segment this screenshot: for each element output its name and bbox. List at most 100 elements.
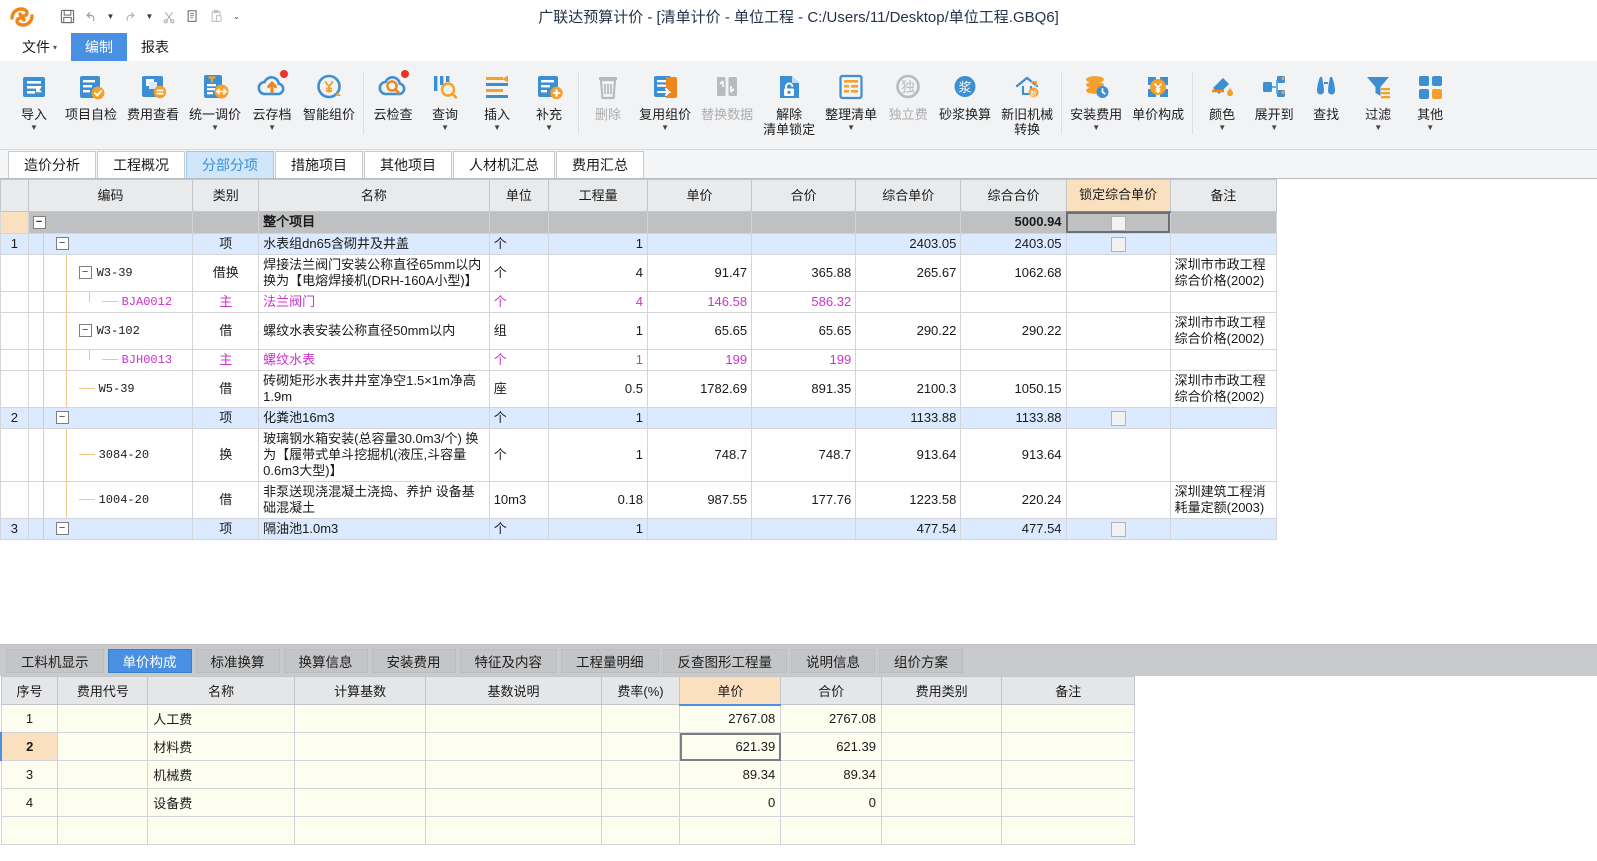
- ribbon-button-smart-pricing[interactable]: 智能组价: [298, 64, 360, 148]
- comprehensive-unit-price-cell[interactable]: 1133.88: [855, 406, 962, 429]
- category-cell[interactable]: 项: [192, 517, 260, 540]
- amount-cell[interactable]: 365.88: [751, 253, 857, 292]
- chevron-down-icon[interactable]: ▼: [441, 124, 449, 132]
- category-cell[interactable]: 借: [192, 480, 260, 519]
- ribbon-button-mortar-conversion[interactable]: 浆砂浆换算: [934, 64, 996, 148]
- ribbon-button-supplement[interactable]: 补充 ▼: [523, 64, 575, 148]
- bottom-col-header-8[interactable]: 费用类别: [880, 676, 1003, 705]
- tab-3[interactable]: 分部分项: [186, 151, 274, 178]
- tab-4[interactable]: 措施项目: [275, 151, 363, 178]
- amount-cell[interactable]: 65.65: [751, 311, 857, 350]
- unit-cell[interactable]: 组: [488, 311, 550, 350]
- unit-price-cell[interactable]: 146.58: [646, 290, 753, 313]
- ribbon-button-cloud-check[interactable]: 云检查: [367, 64, 419, 148]
- bottom-cell-rate[interactable]: [600, 732, 681, 761]
- unit-cell[interactable]: 个: [488, 290, 550, 313]
- tree-collapse-toggle[interactable]: −: [55, 522, 69, 536]
- unit-price-cell[interactable]: 1782.69: [646, 369, 753, 408]
- unit-price-cell[interactable]: [646, 211, 753, 234]
- bottom-cell-amount[interactable]: 2767.08: [780, 704, 882, 733]
- category-cell[interactable]: 换: [192, 427, 260, 482]
- bottom-tab-2[interactable]: 单价构成: [107, 648, 192, 673]
- bottom-cell-base_desc[interactable]: [425, 732, 602, 761]
- chevron-down-icon[interactable]: ▼: [211, 124, 219, 132]
- grid-col-header-6[interactable]: 单价: [646, 179, 753, 212]
- comprehensive-unit-price-cell[interactable]: 265.67: [855, 253, 962, 292]
- lock-comprehensive-price-cell[interactable]: [1065, 517, 1171, 540]
- quantity-cell[interactable]: 4: [548, 253, 648, 292]
- ribbon-button-project-selfcheck[interactable]: 项目自检: [60, 64, 122, 148]
- bottom-tab-6[interactable]: 特征及内容: [459, 648, 557, 673]
- comprehensive-unit-price-cell[interactable]: [855, 211, 962, 234]
- bottom-col-header-0[interactable]: 序号: [0, 676, 59, 705]
- unit-price-cell[interactable]: 199: [646, 348, 753, 371]
- unit-cell[interactable]: 个: [488, 427, 550, 482]
- comprehensive-unit-price-cell[interactable]: 2100.3: [855, 369, 962, 408]
- grid-col-header-2[interactable]: 类别: [192, 179, 260, 212]
- quantity-cell[interactable]: 1: [548, 232, 648, 255]
- bottom-cell-code[interactable]: [57, 788, 149, 817]
- name-cell[interactable]: 玻璃钢水箱安装(总容量30.0m3/个) 换为【履带式单斗挖掘机(液压,斗容量0…: [258, 427, 490, 482]
- note-cell[interactable]: [1169, 406, 1278, 429]
- ribbon-button-unit-price-composition[interactable]: 单价构成: [1127, 64, 1189, 148]
- unit-price-cell[interactable]: 748.7: [646, 427, 753, 482]
- ribbon-button-insert[interactable]: 插入 ▼: [471, 64, 523, 148]
- list-item[interactable]: [0, 816, 1135, 845]
- bottom-cell-price[interactable]: 0: [679, 788, 782, 817]
- amount-cell[interactable]: 199: [751, 348, 857, 371]
- copy-icon[interactable]: [182, 5, 204, 29]
- comprehensive-amount-cell[interactable]: 290.22: [960, 311, 1067, 350]
- note-cell[interactable]: 深圳市市政工程综合价格(2002): [1169, 253, 1278, 292]
- grid-col-header-3[interactable]: 名称: [258, 179, 490, 212]
- chevron-down-icon[interactable]: ▼: [847, 124, 855, 132]
- category-cell[interactable]: 借: [192, 311, 260, 350]
- bottom-tab-10[interactable]: 组价方案: [879, 648, 963, 673]
- undo-icon[interactable]: [80, 5, 102, 29]
- name-cell[interactable]: 螺纹水表: [258, 348, 490, 371]
- ribbon-button-fee-view[interactable]: 费用查看: [122, 64, 184, 148]
- unit-price-cell[interactable]: 65.65: [646, 311, 753, 350]
- comprehensive-unit-price-cell[interactable]: 1223.58: [855, 480, 962, 519]
- ribbon-button-import[interactable]: 导入 ▼: [8, 64, 60, 148]
- row-number[interactable]: [0, 290, 29, 313]
- list-item[interactable]: 2 材料费 621.39 621.39: [0, 732, 1135, 761]
- bottom-cell-no[interactable]: 2: [0, 732, 59, 761]
- ribbon-button-filter[interactable]: 过滤 ▼: [1352, 64, 1404, 148]
- unit-price-cell[interactable]: [646, 406, 753, 429]
- code-cell[interactable]: −: [27, 517, 194, 540]
- cut-icon[interactable]: [158, 5, 180, 29]
- bottom-cell-base_desc[interactable]: [425, 816, 602, 845]
- bottom-cell-base[interactable]: [293, 704, 427, 733]
- bottom-cell-note[interactable]: [1001, 760, 1135, 789]
- bottom-cell-no[interactable]: [0, 816, 59, 845]
- code-cell[interactable]: − W3-102: [27, 311, 194, 350]
- chevron-down-icon[interactable]: ▼: [30, 124, 38, 132]
- menu-item-file[interactable]: 文件 ▾: [8, 33, 71, 61]
- bottom-cell-rate[interactable]: [600, 704, 681, 733]
- bottom-cell-no[interactable]: 1: [0, 704, 59, 733]
- bottom-tab-1[interactable]: 工料机显示: [6, 648, 104, 673]
- lock-comprehensive-price-cell[interactable]: [1065, 480, 1171, 519]
- name-cell[interactable]: 螺纹水表安装公称直径50mm以内: [258, 311, 490, 350]
- chevron-down-icon[interactable]: ▼: [1218, 124, 1226, 132]
- lock-checkbox[interactable]: [1110, 236, 1126, 252]
- unit-cell[interactable]: [488, 211, 550, 234]
- lock-comprehensive-price-cell[interactable]: [1065, 369, 1171, 408]
- lock-comprehensive-price-cell[interactable]: [1065, 253, 1171, 292]
- grid-col-header-4[interactable]: 单位: [488, 179, 550, 212]
- unit-cell[interactable]: 座: [488, 369, 550, 408]
- bottom-cell-name[interactable]: 材料费: [147, 732, 295, 761]
- bottom-cell-name[interactable]: 人工费: [147, 704, 295, 733]
- table-row[interactable]: 3 − 项 隔油池1.0m3 个 1 477.54 477.54: [0, 517, 1278, 540]
- row-number[interactable]: [0, 211, 29, 234]
- code-cell[interactable]: −: [27, 406, 194, 429]
- row-number[interactable]: 2: [0, 406, 29, 429]
- chevron-down-icon[interactable]: ▼: [1270, 124, 1278, 132]
- lock-comprehensive-price-cell[interactable]: [1065, 348, 1171, 371]
- code-cell[interactable]: BJA0012: [27, 290, 194, 313]
- category-cell[interactable]: 主: [192, 348, 260, 371]
- quantity-cell[interactable]: 1: [548, 348, 648, 371]
- bottom-cell-code[interactable]: [57, 704, 149, 733]
- lock-comprehensive-price-cell[interactable]: [1065, 311, 1171, 350]
- amount-cell[interactable]: [751, 406, 857, 429]
